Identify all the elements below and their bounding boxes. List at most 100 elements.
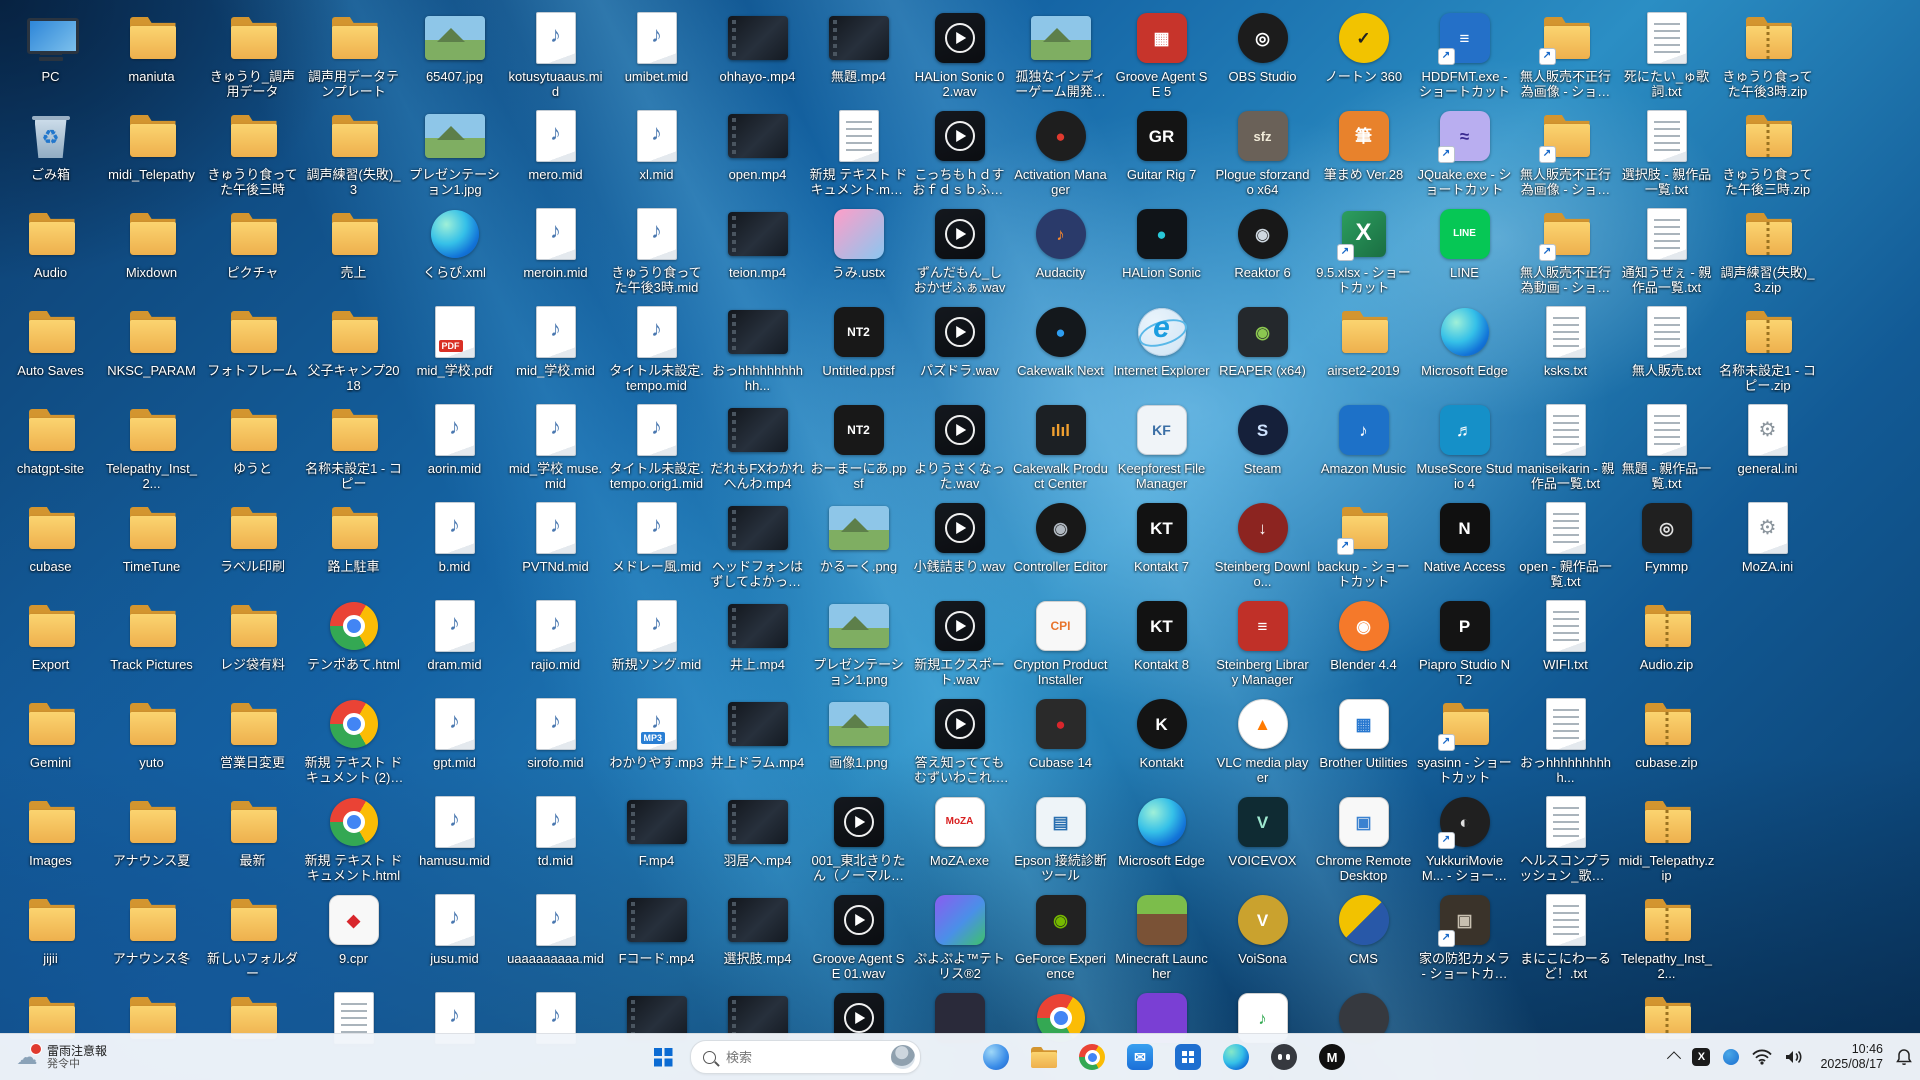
desktop-icon[interactable]: ●Cubase 14 (1010, 696, 1111, 770)
desktop-icon[interactable]: ksks.txt (1515, 304, 1616, 378)
desktop-icon[interactable]: ♪メドレー風.mid (606, 500, 707, 574)
desktop-icon[interactable]: ずんだもん_しおかぜふぁ.wav (909, 206, 1010, 295)
desktop-icon[interactable]: 新規 テキスト ドキュメント (2).html (303, 696, 404, 785)
desktop-icon[interactable]: 画像1.png (808, 696, 909, 770)
desktop-icon[interactable]: ◎OBS Studio (1212, 10, 1313, 84)
desktop-icon[interactable]: ♪きゅうり食ってた午後3時.mid (606, 206, 707, 295)
desktop-icon[interactable]: おっhhhhhhhhhhh... (707, 304, 808, 393)
desktop-icon[interactable]: ✓ノートン 360 (1313, 10, 1414, 84)
desktop-icon[interactable]: きゅうり食ってた午後3時.zip (1717, 10, 1818, 99)
desktop-icon[interactable]: PC (0, 10, 101, 84)
desktop-icon[interactable]: まにこにわーるど！.txt (1515, 892, 1616, 981)
desktop-icon[interactable]: ♪Audacity (1010, 206, 1111, 280)
desktop-icon[interactable]: フォトフレーム (202, 304, 303, 378)
desktop-icon[interactable]: 孤独なインディーゲーム開発者の一生... (1010, 10, 1111, 99)
desktop-icon[interactable]: ◉REAPER (x64) (1212, 304, 1313, 378)
desktop-icon[interactable]: VVOICEVOX (1212, 794, 1313, 868)
desktop-icon[interactable]: プレゼンテーション1.jpg (404, 108, 505, 197)
edge-icon[interactable] (1215, 1036, 1257, 1078)
desktop-icon[interactable]: Mixdown (101, 206, 202, 280)
desktop-icon[interactable]: 無題.mp4 (808, 10, 909, 84)
desktop-icon[interactable]: アナウンス夏 (101, 794, 202, 868)
desktop-icon[interactable]: ↗syasinn - ショートカット (1414, 696, 1515, 785)
desktop-icon[interactable]: ◉Reaktor 6 (1212, 206, 1313, 280)
desktop-icon[interactable]: ♪Amazon Music (1313, 402, 1414, 476)
desktop-icon[interactable]: ▣↗家の防犯カメラ - ショートカット (1414, 892, 1515, 981)
desktop-icon[interactable]: ▦Brother Utilities (1313, 696, 1414, 770)
wifi-icon[interactable] (1752, 1049, 1772, 1065)
desktop-icon[interactable]: X↗9.5.xlsx - ショートカット (1313, 206, 1414, 295)
desktop-icon[interactable]: 小銭詰まり.wav (909, 500, 1010, 574)
notification-bell-icon[interactable] (1896, 1049, 1912, 1066)
desktop-icon[interactable]: KKontakt (1111, 696, 1212, 770)
desktop-icon[interactable]: ↗無人販売不正行為画像 - ショートカット (1515, 108, 1616, 197)
desktop-icon[interactable]: Telepathy_Inst_2... (101, 402, 202, 491)
desktop-icon[interactable]: CMS (1313, 892, 1414, 966)
hidden-icons-chevron-icon[interactable] (1669, 1052, 1679, 1062)
desktop-icon[interactable]: NNative Access (1414, 500, 1515, 574)
desktop-icon[interactable]: Auto Saves (0, 304, 101, 378)
desktop-icon[interactable]: HALion Sonic 02.wav (909, 10, 1010, 99)
desktop-icon[interactable]: ↗backup - ショートカット (1313, 500, 1414, 589)
search-box[interactable] (690, 1040, 921, 1074)
desktop-icon[interactable]: ⚙MoZA.ini (1717, 500, 1818, 574)
desktop-icon[interactable]: 売上 (303, 206, 404, 280)
desktop-icon[interactable]: chatgpt-site (0, 402, 101, 476)
desktop-icon[interactable]: 65407.jpg (404, 10, 505, 84)
desktop-icon[interactable]: ♪MP3わかりやす.mp3 (606, 696, 707, 770)
desktop-icon[interactable]: ♪b.mid (404, 500, 505, 574)
desktop-icon[interactable]: ♪kotusytuaaus.mid (505, 10, 606, 99)
desktop-icon[interactable]: 選択肢.mp4 (707, 892, 808, 966)
desktop-icon[interactable]: テンポあて.html (303, 598, 404, 672)
desktop-icon[interactable]: ≈↗JQuake.exe - ショートカット (1414, 108, 1515, 197)
desktop-icon[interactable]: ♪hamusu.mid (404, 794, 505, 868)
desktop-icon[interactable]: ◉GeForce Experience (1010, 892, 1111, 981)
desktop-icon[interactable]: open - 親作品一覧.txt (1515, 500, 1616, 589)
desktop-icon[interactable]: 名称未設定1 - コピー (303, 402, 404, 491)
desktop-icon[interactable]: 調声用データテンプレート (303, 10, 404, 99)
desktop-icon[interactable]: ピクチャ (202, 206, 303, 280)
desktop-icon[interactable]: Minecraft Launcher (1111, 892, 1212, 981)
desktop-icon[interactable]: TimeTune (101, 500, 202, 574)
desktop-icon[interactable]: midi_Telepathy (101, 108, 202, 182)
desktop-icon[interactable]: 新しいフォルダー (202, 892, 303, 981)
desktop-icon[interactable]: 路上駐車 (303, 500, 404, 574)
desktop-icon[interactable]: 筆筆まめ Ver.28 (1313, 108, 1414, 182)
desktop-icon[interactable]: ▣Chrome Remote Desktop (1313, 794, 1414, 883)
desktop-icon[interactable]: 新規エクスポート.wav (909, 598, 1010, 687)
desktop-icon[interactable]: ◉Blender 4.4 (1313, 598, 1414, 672)
desktop-icon[interactable]: ♪mid_学校 muse.mid (505, 402, 606, 491)
desktop-icon[interactable]: パズドラ.wav (909, 304, 1010, 378)
desktop-icon[interactable]: 選択肢 - 親作品一覧.txt (1616, 108, 1717, 197)
desktop-icon[interactable]: ♪sirofo.mid (505, 696, 606, 770)
desktop-icon[interactable]: くらぴ.xml (404, 206, 505, 280)
desktop-icon[interactable]: うみ.ustx (808, 206, 909, 280)
desktop-icon[interactable]: きゅうり食ってた午後三時.zip (1717, 108, 1818, 197)
desktop-icon[interactable]: ▦Groove Agent SE 5 (1111, 10, 1212, 99)
desktop-icon[interactable]: 井上ドラム.mp4 (707, 696, 808, 770)
desktop-icon[interactable]: ♪mid_学校.mid (505, 304, 606, 378)
desktop-icon[interactable]: ♪xl.mid (606, 108, 707, 182)
desktop-icon[interactable]: ◎Fymmp (1616, 500, 1717, 574)
desktop-icon[interactable]: プレゼンテーション1.png (808, 598, 909, 687)
desktop-icon[interactable]: ▲VLC media player (1212, 696, 1313, 785)
desktop-icon[interactable]: Audio (0, 206, 101, 280)
chrome-icon[interactable] (1071, 1036, 1113, 1078)
desktop-icon[interactable]: sfzPlogue sforzando x64 (1212, 108, 1313, 197)
desktop-icon[interactable]: KTKontakt 8 (1111, 598, 1212, 672)
desktop-icon[interactable]: ♪タイトル未設定.tempo.orig1.mid (606, 402, 707, 491)
desktop-icon[interactable]: LINELINE (1414, 206, 1515, 280)
desktop-icon[interactable]: Export (0, 598, 101, 672)
copilot-icon[interactable] (975, 1036, 1017, 1078)
store-icon[interactable] (1167, 1036, 1209, 1078)
desktop-icon[interactable]: ◉Controller Editor (1010, 500, 1111, 574)
desktop-icon[interactable]: ♪jusu.mid (404, 892, 505, 966)
taskbar-clock[interactable]: 10:46 2025/08/17 (1820, 1042, 1883, 1072)
desktop-icon[interactable]: midi_Telepathy.zip (1616, 794, 1717, 883)
desktop-icon[interactable]: ♪td.mid (505, 794, 606, 868)
desktop-icon[interactable]: teion.mp4 (707, 206, 808, 280)
desktop-icon[interactable]: jijii (0, 892, 101, 966)
desktop-icon[interactable]: cubase.zip (1616, 696, 1717, 770)
desktop-icon[interactable]: ♪umibet.mid (606, 10, 707, 84)
desktop-icon[interactable]: こっちもｈｄすおｆｄｓｂふぁ.wav (909, 108, 1010, 197)
